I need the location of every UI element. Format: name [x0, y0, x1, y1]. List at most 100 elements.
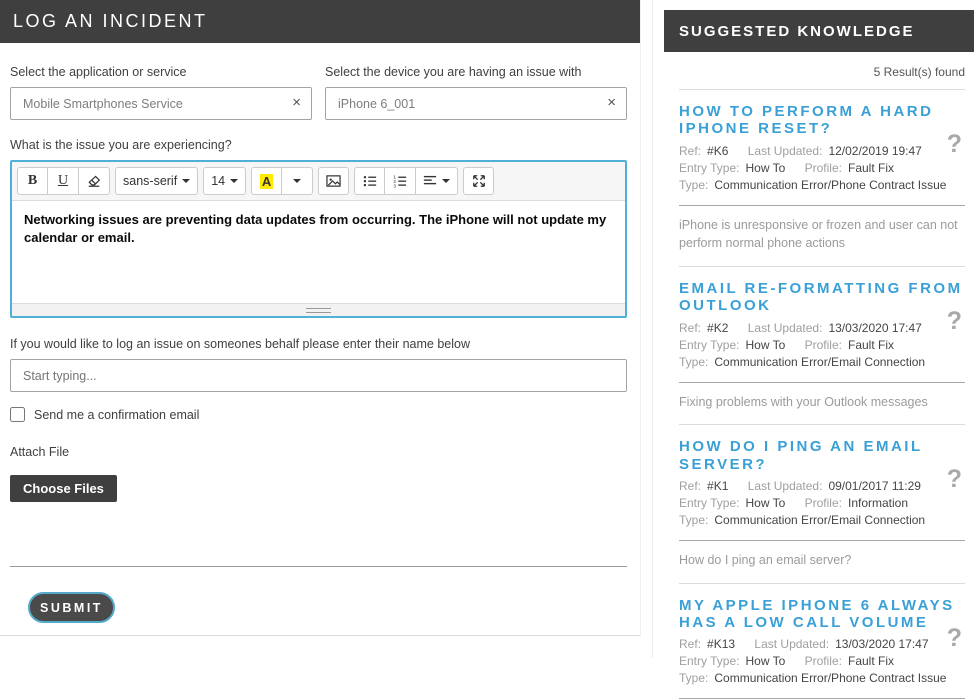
clear-device-icon[interactable]: ×	[607, 94, 616, 112]
submit-button[interactable]: SUBMIT	[28, 592, 115, 623]
knowledge-item-title-link[interactable]: MY APPLE IPHONE 6 ALWAYS HAS A LOW CALL …	[679, 597, 965, 632]
profile-value: Fault Fix	[848, 338, 894, 352]
issue-label: What is the issue you are experiencing?	[10, 138, 627, 152]
last-updated-value: 09/01/2017 11:29	[828, 479, 921, 493]
device-select[interactable]	[325, 87, 627, 120]
align-left-icon	[423, 174, 437, 188]
bold-button[interactable]: B	[17, 167, 48, 195]
divider	[679, 540, 965, 541]
font-color-dropdown[interactable]	[282, 167, 313, 195]
page-title: LOG AN INCIDENT	[0, 0, 640, 43]
resize-grip-icon	[306, 308, 331, 313]
profile-label: Profile:	[805, 654, 842, 668]
type-label: Type:	[679, 178, 708, 192]
knowledge-item: MY APPLE IPHONE 6 ALWAYS HAS A LOW CALL …	[679, 584, 965, 699]
image-icon	[326, 174, 341, 188]
last-updated-label: Last Updated:	[754, 637, 829, 651]
fullscreen-arrows-icon	[472, 174, 486, 188]
application-label: Select the application or service	[10, 65, 312, 79]
insert-image-button[interactable]	[318, 167, 349, 195]
eraser-icon	[87, 174, 101, 188]
profile-value: Fault Fix	[848, 161, 894, 175]
unordered-list-button[interactable]	[354, 167, 385, 195]
entry-type-label: Entry Type:	[679, 338, 739, 352]
question-mark-icon[interactable]: ?	[947, 309, 962, 334]
divider	[679, 382, 965, 383]
choose-files-button[interactable]: Choose Files	[10, 475, 117, 502]
ordered-list-button[interactable]: 1 2 3	[385, 167, 416, 195]
type-value: Communication Error/Phone Contract Issue	[714, 178, 946, 192]
last-updated-label: Last Updated:	[748, 144, 823, 158]
question-mark-icon[interactable]: ?	[947, 467, 962, 492]
chevron-down-icon	[293, 179, 301, 183]
editor-toolbar: B U	[12, 162, 625, 201]
confirmation-email-label: Send me a confirmation email	[34, 408, 199, 422]
clear-application-icon[interactable]: ×	[292, 94, 301, 112]
ref-value: #K6	[707, 144, 728, 158]
profile-label: Profile:	[805, 161, 842, 175]
profile-label: Profile:	[805, 338, 842, 352]
ref-label: Ref:	[679, 321, 701, 335]
entry-type-value: How To	[745, 654, 785, 668]
knowledge-item-title-link[interactable]: HOW DO I PING AN EMAIL SERVER?	[679, 438, 965, 473]
knowledge-item-description: iPhone is unresponsive or frozen and use…	[679, 216, 965, 254]
entry-type-label: Entry Type:	[679, 161, 739, 175]
behalf-input[interactable]	[10, 359, 627, 392]
knowledge-item: HOW TO PERFORM A HARD IPHONE RESET? ? Re…	[679, 90, 965, 267]
entry-type-value: How To	[745, 338, 785, 352]
type-label: Type:	[679, 355, 708, 369]
question-mark-icon[interactable]: ?	[947, 132, 962, 157]
chevron-down-icon	[182, 179, 190, 183]
editor-resize-handle[interactable]	[12, 303, 625, 316]
underline-button[interactable]: U	[48, 167, 79, 195]
divider	[10, 566, 627, 567]
font-color-button[interactable]: A	[251, 167, 282, 195]
application-select[interactable]	[10, 87, 312, 120]
svg-text:3: 3	[393, 183, 396, 188]
last-updated-value: 13/03/2020 17:47	[835, 637, 928, 651]
behalf-label: If you would like to log an issue on som…	[10, 337, 627, 351]
type-label: Type:	[679, 671, 708, 685]
divider	[679, 205, 965, 206]
chevron-down-icon	[230, 179, 238, 183]
knowledge-item: HOW DO I PING AN EMAIL SERVER? ? Ref: #K1…	[679, 425, 965, 583]
issue-editor: B U	[10, 160, 627, 318]
font-size-dropdown[interactable]: 14	[203, 167, 246, 195]
question-mark-icon[interactable]: ?	[947, 626, 962, 651]
suggested-knowledge-panel: SUGGESTED KNOWLEDGE 5 Result(s) found HO…	[652, 0, 974, 658]
ref-label: Ref:	[679, 144, 701, 158]
knowledge-item-description: How do I ping an email server?	[679, 551, 965, 570]
knowledge-item-title-link[interactable]: HOW TO PERFORM A HARD IPHONE RESET?	[679, 103, 965, 138]
issue-text-area[interactable]: Networking issues are preventing data up…	[12, 201, 625, 303]
paragraph-align-dropdown[interactable]	[416, 167, 458, 195]
last-updated-value: 12/02/2019 19:47	[828, 144, 921, 158]
type-value: Communication Error/Phone Contract Issue	[714, 671, 946, 685]
clear-formatting-button[interactable]	[79, 167, 110, 195]
unordered-list-icon	[363, 174, 377, 188]
last-updated-label: Last Updated:	[748, 479, 823, 493]
confirmation-email-checkbox[interactable]	[10, 407, 25, 422]
ref-value: #K13	[707, 637, 735, 651]
font-color-icon: A	[260, 174, 273, 189]
fullscreen-button[interactable]	[463, 167, 494, 195]
type-value: Communication Error/Email Connection	[714, 513, 925, 527]
type-label: Type:	[679, 513, 708, 527]
underline-icon: U	[58, 173, 68, 189]
profile-label: Profile:	[805, 496, 842, 510]
ref-label: Ref:	[679, 479, 701, 493]
attach-file-label: Attach File	[10, 445, 627, 459]
last-updated-value: 13/03/2020 17:47	[828, 321, 921, 335]
chevron-down-icon	[442, 179, 450, 183]
type-value: Communication Error/Email Connection	[714, 355, 925, 369]
results-count: 5 Result(s) found	[679, 65, 965, 79]
knowledge-item-description: Fixing problems with your Outlook messag…	[679, 393, 965, 412]
entry-type-value: How To	[745, 496, 785, 510]
log-incident-panel: LOG AN INCIDENT Select the application o…	[0, 0, 641, 636]
font-family-dropdown[interactable]: sans-serif	[115, 167, 198, 195]
knowledge-item-title-link[interactable]: EMAIL RE-FORMATTING FROM OUTLOOK	[679, 280, 965, 315]
profile-value: Fault Fix	[848, 654, 894, 668]
ref-value: #K1	[707, 479, 728, 493]
ordered-list-icon: 1 2 3	[393, 174, 407, 188]
entry-type-label: Entry Type:	[679, 654, 739, 668]
ref-value: #K2	[707, 321, 728, 335]
